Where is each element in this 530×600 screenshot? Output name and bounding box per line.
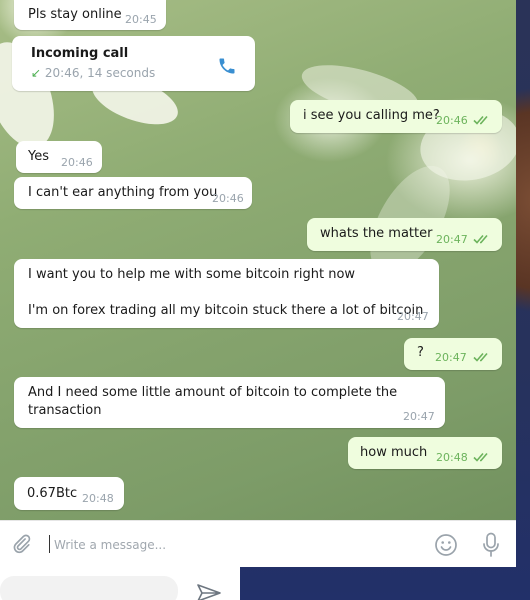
call-detail: 20:46, 14 seconds (44, 66, 156, 80)
message-incoming[interactable]: And I need some little amount of bitcoin… (14, 377, 445, 428)
message-text: 0.67Btc (27, 486, 78, 501)
message-text: how much (360, 445, 428, 460)
call-detail-row: ↙ 20:46, 14 seconds (31, 66, 155, 80)
text-caret (49, 535, 50, 553)
emoji-icon[interactable] (434, 533, 458, 557)
chat-history[interactable]: Pls stay online 20:45 Incoming call ↙ 20… (0, 0, 516, 566)
message-text: I want you to help me with some bitcoin … (28, 267, 424, 318)
message-outgoing[interactable]: i see you calling me? 20:46 (290, 100, 502, 133)
message-time: 20:46 (212, 192, 244, 205)
call-message[interactable]: Incoming call ↙ 20:46, 14 seconds (12, 36, 255, 91)
microphone-icon[interactable] (482, 532, 500, 558)
message-text: whats the matter (320, 226, 433, 241)
message-incoming[interactable]: 0.67Btc 20:48 (14, 477, 124, 510)
message-incoming[interactable]: Yes 20:46 (16, 141, 102, 173)
read-ticks-icon (473, 233, 493, 245)
message-text: Yes (28, 149, 49, 164)
message-text: Pls stay online (28, 7, 122, 22)
message-outgoing[interactable]: ? 20:47 (404, 338, 502, 370)
phone-icon[interactable] (217, 56, 237, 76)
message-time: 20:47 (435, 351, 467, 364)
message-input[interactable] (52, 534, 416, 556)
message-outgoing[interactable]: whats the matter 20:47 (307, 218, 502, 251)
message-incoming[interactable]: I can't ear anything from you 20:46 (14, 177, 252, 209)
message-time: 20:46 (61, 156, 93, 169)
message-text: ? (417, 345, 424, 360)
send-icon[interactable] (196, 583, 222, 600)
message-text: i see you calling me? (303, 108, 440, 123)
message-time: 20:47 (403, 410, 435, 423)
message-time: 20:45 (125, 13, 157, 26)
message-time: 20:47 (397, 310, 429, 323)
message-incoming[interactable]: Pls stay online 20:45 (14, 0, 166, 30)
message-text: And I need some little amount of bitcoin… (28, 385, 398, 418)
read-ticks-icon (473, 114, 493, 126)
read-ticks-icon (473, 351, 493, 363)
message-text: I can't ear anything from you (28, 185, 218, 200)
message-outgoing[interactable]: how much 20:48 (348, 437, 502, 469)
message-incoming[interactable]: I want you to help me with some bitcoin … (14, 259, 439, 328)
paperclip-icon[interactable] (10, 533, 32, 555)
secondary-input[interactable] (0, 576, 178, 600)
call-title: Incoming call (31, 46, 129, 61)
message-time: 20:48 (82, 492, 114, 505)
message-time: 20:47 (436, 233, 468, 246)
message-time: 20:48 (436, 451, 468, 464)
read-ticks-icon (473, 451, 493, 463)
screen: Pls stay online 20:45 Incoming call ↙ 20… (0, 0, 530, 600)
message-time: 20:46 (436, 114, 468, 127)
message-composer (0, 520, 516, 567)
incoming-arrow-icon: ↙ (31, 66, 42, 80)
